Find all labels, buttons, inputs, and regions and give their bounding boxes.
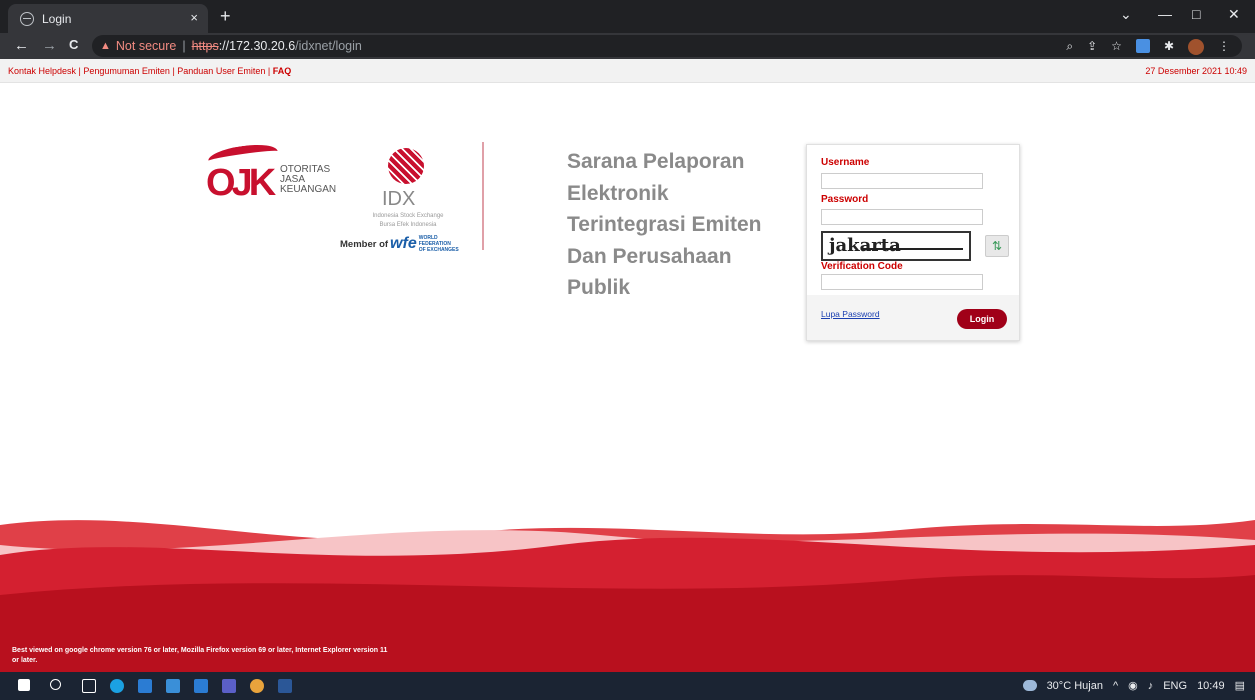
headline-line1: Sarana Pelaporan: [567, 150, 745, 173]
browser-tabbar: Login × + ⌄ — □ ✕: [0, 0, 1255, 33]
store-icon[interactable]: [138, 679, 152, 693]
captcha-strike: [863, 248, 963, 250]
captcha-text: jakarta: [829, 235, 901, 256]
maximize-button[interactable]: □: [1192, 6, 1200, 22]
omnibox-separator: |: [182, 39, 186, 53]
wfe-line2: OF EXCHANGES: [418, 247, 459, 253]
password-label: Password: [821, 194, 869, 205]
menu-kebab-icon[interactable]: ⋮: [1218, 39, 1230, 55]
chevron-up-icon[interactable]: ^: [1113, 680, 1118, 692]
member-of-label: Member of: [340, 238, 389, 250]
username-input[interactable]: [821, 173, 983, 189]
calendar-icon[interactable]: [166, 679, 180, 693]
extension-grid-icon[interactable]: [1135, 39, 1150, 53]
notification-icon[interactable]: ▤: [1235, 679, 1245, 692]
bookmark-star-icon[interactable]: ☆: [1111, 39, 1122, 55]
edge-icon[interactable]: [110, 679, 124, 693]
topbar-links: Kontak Helpdesk | Pengumuman Emiten | Pa…: [8, 66, 291, 76]
wfe-logo: wfe: [390, 235, 417, 252]
wfe-wordmark: WORLD FEDERATION OF EXCHANGES: [419, 235, 459, 253]
forgot-password-link[interactable]: Lupa Password: [821, 309, 880, 319]
idx-globe-icon: [388, 148, 424, 184]
url-scheme: https: [191, 39, 219, 53]
verification-code-input[interactable]: [821, 274, 983, 290]
mail-icon[interactable]: [194, 679, 208, 693]
windows-start-icon[interactable]: [18, 679, 30, 691]
weather-icon: [1022, 680, 1037, 691]
idx-sub-en: Indonesia Stock Exchange: [372, 213, 444, 219]
wfe-membership: Member of wfe WORLD FEDERATION OF EXCHAN…: [340, 235, 459, 253]
search-icon[interactable]: [50, 679, 61, 690]
password-input[interactable]: [821, 209, 983, 225]
headline-line2: Elektronik: [567, 181, 669, 205]
toolbar-icons: ⌕ ⇪ ☆ ✱ ⋮: [1066, 39, 1230, 55]
volume-icon[interactable]: ♪: [1148, 680, 1154, 692]
globe-icon: [20, 11, 34, 26]
reload-button[interactable]: C: [69, 37, 78, 52]
url-host: ://172.30.20.6: [218, 39, 296, 53]
page-headline: Sarana Pelaporan Elektronik Terintegrasi…: [567, 146, 807, 304]
forward-button[interactable]: →: [42, 37, 57, 54]
browser-toolbar: ← → C ▲ Not secure | https ://172.30.20.…: [0, 33, 1255, 59]
login-button[interactable]: Login: [957, 309, 1007, 329]
address-bar[interactable]: ▲ Not secure | https ://172.30.20.6 /idx…: [92, 35, 1242, 57]
ojk-line3: KEUANGAN: [280, 184, 337, 195]
logo-area: OJK OTORITAS JASA KEUANGAN IDX Indonesia…: [200, 140, 490, 255]
tab-close-icon[interactable]: ×: [190, 10, 198, 25]
headline-line4: Dan Perusahaan: [567, 244, 732, 268]
url-path: /idxnet/login: [295, 39, 362, 53]
ojk-logo: OJK: [206, 162, 276, 204]
task-view-icon[interactable]: [82, 679, 96, 693]
profile-avatar[interactable]: [1188, 39, 1204, 55]
back-button[interactable]: ←: [14, 37, 29, 54]
link-user-guide[interactable]: Panduan User Emiten: [177, 66, 265, 76]
link-helpdesk[interactable]: Kontak Helpdesk: [8, 66, 76, 76]
teams-icon[interactable]: [222, 679, 236, 693]
clock[interactable]: 10:49: [1197, 680, 1225, 692]
network-icon[interactable]: ◉: [1128, 679, 1138, 692]
refresh-captcha-button[interactable]: ⇅: [985, 235, 1009, 257]
link-faq[interactable]: FAQ: [273, 66, 292, 76]
tab-title: Login: [42, 11, 72, 26]
browser-compatibility-note: Best viewed on google chrome version 76 …: [12, 647, 388, 664]
new-tab-button[interactable]: +: [220, 6, 231, 27]
warning-icon: ▲: [100, 40, 111, 52]
tab-search-icon[interactable]: ⌄: [1120, 6, 1132, 23]
zoom-icon[interactable]: ⌕: [1066, 39, 1073, 55]
minimize-button[interactable]: —: [1158, 6, 1172, 22]
topbar-divider: |: [265, 66, 273, 76]
idx-sub-id: Bursa Efek Indonesia: [379, 222, 437, 228]
close-window-button[interactable]: ✕: [1228, 6, 1240, 23]
extensions-puzzle-icon[interactable]: ✱: [1164, 39, 1174, 55]
captcha-image: jakarta: [821, 231, 971, 261]
weather-text[interactable]: 30°C Hujan: [1047, 680, 1103, 692]
windows-taskbar: 30°C Hujan ^ ◉ ♪ ENG 10:49 ▤: [0, 672, 1255, 700]
not-secure-label: Not secure: [115, 39, 177, 53]
idx-subtitle: Indonesia Stock Exchange Bursa Efek Indo…: [368, 212, 448, 230]
site-topbar: Kontak Helpdesk | Pengumuman Emiten | Pa…: [0, 59, 1255, 83]
logo-divider: [482, 142, 484, 250]
chrome-icon[interactable]: [250, 679, 264, 693]
login-form: Username Password jakarta ⇅ Verification…: [806, 144, 1020, 341]
verification-code-label: Verification Code: [821, 261, 903, 272]
username-label: Username: [821, 157, 870, 168]
wfe-line1: WORLD FEDERATION: [418, 235, 451, 247]
system-tray: 30°C Hujan ^ ◉ ♪ ENG 10:49 ▤: [1022, 679, 1245, 692]
tab-login[interactable]: Login ×: [8, 4, 208, 33]
link-announcement[interactable]: Pengumuman Emiten: [83, 66, 170, 76]
ojk-wordmark: OTORITAS JASA KEUANGAN: [280, 165, 336, 195]
idx-logo: IDX: [382, 188, 416, 210]
word-icon[interactable]: [278, 679, 292, 693]
current-datetime: 27 Desember 2021 10:49: [1145, 66, 1247, 76]
headline-line5: Publik: [567, 276, 631, 299]
language-indicator[interactable]: ENG: [1163, 680, 1187, 692]
headline-line3: Terintegrasi Emiten: [567, 213, 762, 236]
share-icon[interactable]: ⇪: [1087, 39, 1097, 55]
